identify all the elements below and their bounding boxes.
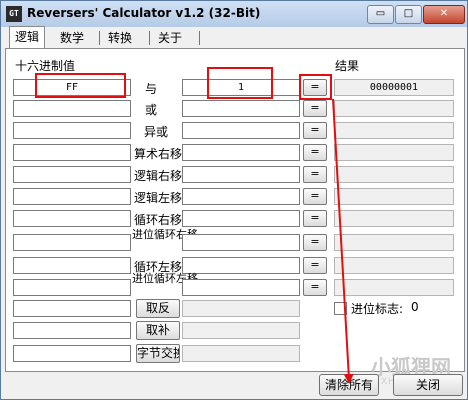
- calculator-window: GT Reversers' Calculator v1.2 (32-Bit) ▭…: [0, 0, 468, 400]
- annotation-arrow-layer: [332, 98, 354, 384]
- annotation-arrow: [332, 98, 354, 384]
